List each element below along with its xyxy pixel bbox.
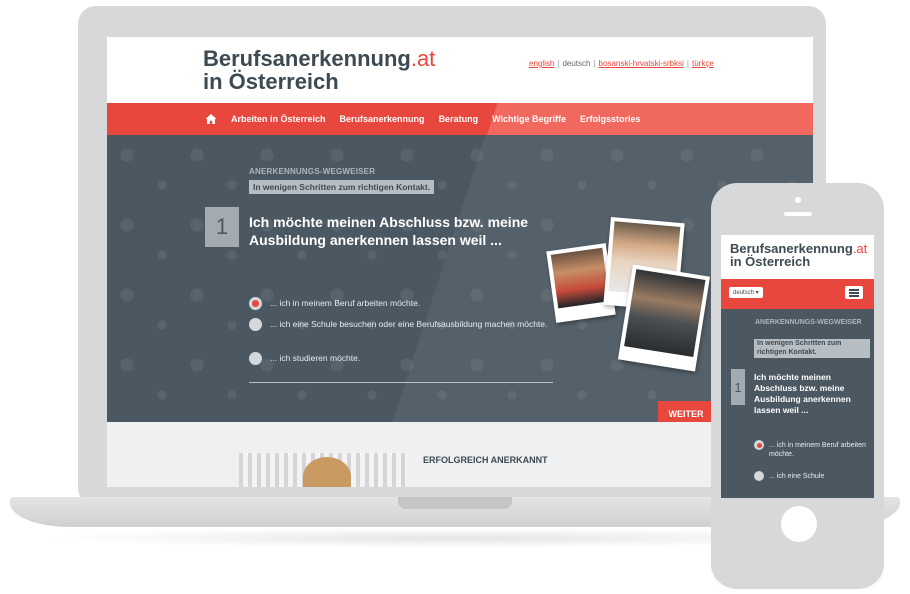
nav-item-begriffe[interactable]: Wichtige Begriffe (492, 114, 566, 124)
mobile-logo[interactable]: Berufsanerkennung.at in Österreich (730, 242, 867, 268)
mobile-step-number: 1 (731, 369, 745, 405)
mobile-option-label: ... ich eine Schule (769, 473, 825, 480)
option-work[interactable]: ... ich in meinem Beruf arbeiten möchte. (249, 297, 549, 310)
phone-home-button[interactable] (781, 506, 817, 542)
wizard-subtitle: In wenigen Schritten zum richtigen Konta… (249, 180, 435, 194)
site-logo[interactable]: Berufsanerkennung.at in Österreich (203, 47, 435, 93)
logo-line2: in Österreich (203, 69, 339, 94)
mobile-logo-line2: in Österreich (730, 254, 811, 269)
phone-screen: Berufsanerkennung.at in Österreich deuts… (721, 235, 874, 498)
mobile-option-work[interactable]: ... ich in meinem Beruf arbeiten möchte. (754, 440, 869, 459)
divider (249, 382, 553, 383)
option-label: ... ich eine Schule besuchen oder eine B… (270, 319, 548, 329)
phone-camera (795, 197, 801, 203)
option-study[interactable]: ... ich studieren möchte. (249, 352, 549, 365)
nav-item-beratung[interactable]: Beratung (439, 114, 479, 124)
nav-item-erfolgsstories[interactable]: Erfolgsstories (580, 114, 641, 124)
radio-unselected[interactable] (249, 318, 262, 331)
laptop-screen: Berufsanerkennung.at in Österreich engli… (107, 37, 813, 487)
mobile-nav: deutsch ▾ (721, 279, 874, 309)
logo-tld: .at (410, 46, 436, 71)
mobile-wizard-subtitle: In wenigen Schritten zum richtigen Konta… (754, 339, 870, 358)
main-nav: Arbeiten in Österreich Berufsanerkennung… (107, 103, 813, 135)
mobile-language-select[interactable]: deutsch ▾ (729, 287, 763, 298)
option-label: ... ich in meinem Beruf arbeiten möchte. (270, 298, 421, 308)
success-title: ERFOLGREICH ANERKANNT (423, 455, 548, 465)
step-number: 1 (205, 207, 239, 247)
phone-reflection (711, 559, 884, 593)
phone-speaker (784, 212, 812, 216)
laptop-notch (398, 497, 512, 509)
mobile-logo-tld: .at (852, 241, 868, 256)
radio-unselected[interactable] (249, 352, 262, 365)
wizard-title: ANERKENNUNGS-WEGWEISER (249, 167, 376, 176)
nav-item-berufsanerkennung[interactable]: Berufsanerkennung (340, 114, 425, 124)
option-school[interactable]: ... ich eine Schule besuchen oder eine B… (249, 318, 549, 331)
nav-item-arbeiten[interactable]: Arbeiten in Österreich (231, 114, 326, 124)
mobile-wizard: ANERKENNUNGS-WEGWEISER In wenigen Schrit… (721, 309, 874, 498)
lang-english[interactable]: english (529, 59, 554, 68)
site-header: Berufsanerkennung.at in Österreich engli… (107, 37, 813, 103)
mobile-wizard-question: Ich möchte meinen Abschluss bzw. meine A… (754, 372, 851, 415)
hamburger-menu-icon[interactable] (845, 286, 863, 299)
option-label: ... ich studieren möchte. (270, 353, 361, 363)
radio-selected[interactable] (754, 440, 764, 450)
mobile-option-school[interactable]: ... ich eine Schule (754, 471, 869, 481)
radio-unselected[interactable] (754, 471, 764, 481)
mobile-option-label: ... ich in meinem Beruf arbeiten möchte. (769, 442, 866, 458)
language-switcher: english | deutsch | bosanski-hrvatski-srbksi… (529, 59, 714, 68)
lang-separator: | (593, 59, 596, 68)
mobile-wizard-title: ANERKENNUNGS-WEGWEISER (755, 319, 862, 326)
lang-bosnian[interactable]: bosanski-hrvatski-srbksi (599, 59, 684, 68)
logo-main: Berufsanerkennung (203, 46, 411, 71)
lang-deutsch: deutsch (562, 59, 591, 68)
wizard-question: Ich möchte meinen Abschluss bzw. meine A… (249, 214, 529, 248)
success-section: ERFOLGREICH ANERKANNT (107, 422, 813, 487)
lang-turkish[interactable]: türkçe (692, 59, 714, 68)
home-icon[interactable] (205, 113, 217, 125)
photo-man-2 (617, 264, 711, 372)
radio-selected[interactable] (249, 297, 262, 310)
lang-separator: | (686, 59, 689, 68)
wizard-hero: ANERKENNUNGS-WEGWEISER In wenigen Schrit… (107, 135, 813, 422)
next-button[interactable]: WEITER (658, 401, 714, 422)
phone-frame: Berufsanerkennung.at in Österreich deuts… (711, 183, 884, 589)
